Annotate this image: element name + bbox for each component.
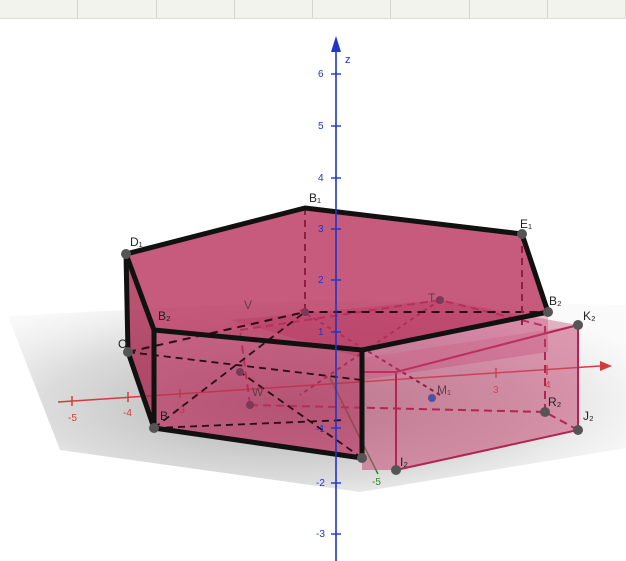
y-tick-label: -5 [372, 477, 381, 488]
point-label: J₂ [583, 409, 594, 423]
z-tick-label: 3 [318, 224, 324, 235]
point-label: I₂ [400, 455, 408, 469]
vertex-point[interactable] [301, 308, 309, 316]
z-axis-arrow [331, 36, 341, 52]
toolbar-cell[interactable] [470, 0, 548, 18]
z-tick-label: 5 [318, 121, 324, 132]
toolbar [0, 0, 626, 19]
point-label: M₁ [437, 383, 451, 397]
point-label: T₁ [428, 291, 439, 305]
graphics-view-3d[interactable]: -5 -4 -3 3 4 -5 [0, 18, 626, 561]
toolbar-cell[interactable] [0, 0, 79, 18]
vertex-point[interactable] [573, 425, 583, 435]
point-label: D₁ [130, 235, 143, 249]
x-tick-label: -4 [123, 408, 132, 419]
z-tick-label: 4 [318, 173, 324, 184]
geogebra-3d-app: -5 -4 -3 3 4 -5 [0, 0, 626, 561]
vertex-point[interactable] [121, 249, 131, 259]
toolbar-cell[interactable] [78, 0, 157, 18]
vertex-point[interactable] [149, 423, 159, 433]
toolbar-cell[interactable] [157, 0, 235, 18]
point-label: B₁ [309, 191, 321, 205]
point-label: B₂ [158, 309, 171, 323]
toolbar-cell[interactable] [391, 0, 470, 18]
point-label: V [244, 298, 252, 312]
z-tick-label: 6 [318, 69, 324, 80]
point-label: K₂ [583, 309, 596, 323]
point-label: B₂ [549, 294, 562, 308]
toolbar-cell[interactable] [548, 0, 626, 18]
point-label: O [118, 337, 127, 351]
vertex-point[interactable] [357, 453, 367, 463]
vertex-point[interactable] [573, 320, 583, 330]
x-tick-label: -5 [68, 413, 77, 424]
toolbar-cell[interactable] [235, 0, 313, 18]
z-axis-label: z [345, 54, 351, 66]
z-tick-label: -3 [316, 529, 325, 540]
z-tick-label: -2 [316, 478, 325, 489]
vertex-point[interactable] [428, 394, 436, 402]
z-tick-label: -1 [316, 424, 325, 435]
point-label: B [160, 409, 168, 423]
z-tick-label: 2 [318, 275, 324, 286]
vertex-point[interactable] [246, 401, 254, 409]
vertex-point[interactable] [543, 307, 553, 317]
point-label: R₂ [548, 395, 562, 409]
point-label: W [252, 385, 264, 399]
toolbar-cell[interactable] [313, 0, 392, 18]
vertex-point[interactable] [236, 368, 244, 376]
z-tick-label: 1 [318, 327, 324, 338]
point-label: E₁ [520, 217, 532, 231]
